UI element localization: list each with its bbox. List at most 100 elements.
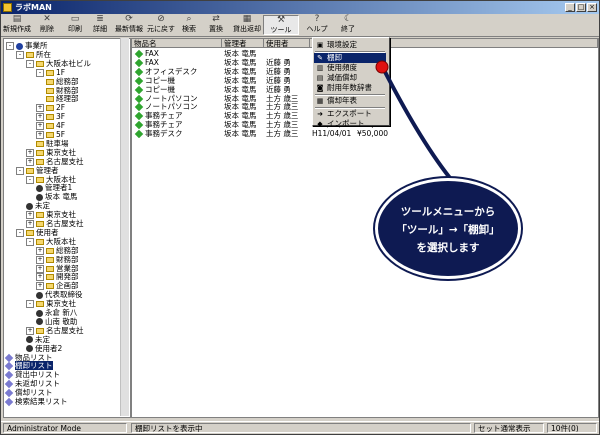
expander-icon[interactable]: +: [26, 220, 34, 228]
toolbar-button-label: 置換: [209, 25, 223, 33]
column-header[interactable]: 物品名: [132, 39, 222, 48]
tree-node[interactable]: - 1F: [36, 68, 65, 77]
minimize-button[interactable]: _: [565, 3, 575, 12]
expander-icon[interactable]: +: [36, 104, 44, 113]
table-cell: 坂本 竜馬: [224, 57, 257, 67]
tree-node[interactable]: 使用者2: [26, 344, 62, 353]
toolbar-button-print[interactable]: ▭ 印刷: [63, 15, 87, 35]
expander-icon[interactable]: -: [16, 228, 24, 237]
tree-node[interactable]: 代表取締役: [36, 290, 83, 299]
tree-node[interactable]: + 東京支社: [26, 148, 76, 157]
tree-node[interactable]: 坂本 竜馬: [36, 192, 77, 201]
tree-view[interactable]: - 事業所 - 所在 - 大阪本社ビル -1F 総務部 財務部 経理部 +2F +3F +4F +5F 駐車…: [3, 38, 131, 418]
tree-node[interactable]: 未定: [26, 201, 50, 210]
table-row[interactable]: 事務デスク 坂本 竜馬 土方 歳三 H11/04/01 ¥50,000: [132, 129, 598, 139]
toolbar-button-delete[interactable]: ✕ 削除: [34, 15, 60, 35]
tree-node[interactable]: - 大阪本社: [26, 237, 76, 246]
tree-node[interactable]: +5F: [36, 130, 65, 139]
toolbar-button-tool[interactable]: ⚒ ツール: [263, 15, 299, 35]
menu-item-dictionary[interactable]: ◙ 耐用年数辞書: [314, 83, 386, 93]
table-cell: 坂本 竜馬: [224, 120, 257, 130]
expander-icon[interactable]: +: [36, 255, 44, 264]
maximize-button[interactable]: □: [576, 3, 586, 12]
expander-icon[interactable]: +: [36, 264, 44, 273]
tree-node-label: 所在: [36, 49, 51, 59]
tree-node[interactable]: 検索結果リスト: [4, 397, 68, 407]
tree-node[interactable]: + 総務部: [36, 246, 79, 255]
toolbar-button-exit[interactable]: ☾ 終了: [337, 15, 359, 35]
tree-node[interactable]: 永倉 新八: [36, 308, 77, 317]
expander-icon[interactable]: +: [26, 157, 34, 166]
toolbar-button-new-doc[interactable]: ▤ 新規作成: [3, 15, 31, 35]
expander-icon[interactable]: -: [26, 59, 34, 68]
tree-node[interactable]: - 管理者: [16, 166, 59, 175]
menu-item-inventory[interactable]: ✎ 棚卸: [314, 53, 386, 63]
expander-icon[interactable]: -: [26, 175, 34, 184]
tree-node[interactable]: - 東京支社: [26, 299, 76, 309]
item-icon: [134, 58, 144, 67]
expander-icon[interactable]: +: [36, 273, 44, 282]
toolbar-button-undo[interactable]: ⊘ 元に戻す: [147, 15, 175, 35]
tree-node[interactable]: 未返却リスト: [4, 379, 60, 389]
close-button[interactable]: ×: [587, 3, 597, 12]
person-icon: [36, 291, 43, 299]
tree-node[interactable]: + 財務部: [36, 255, 79, 264]
tree-node[interactable]: +2F: [36, 103, 65, 113]
tree-node[interactable]: +4F: [36, 121, 65, 131]
expander-icon[interactable]: -: [6, 42, 14, 50]
table-cell: 坂本 竜馬: [224, 93, 257, 103]
tree-node[interactable]: + 名古屋支社: [26, 326, 84, 335]
menu-item-usage[interactable]: ▥ 使用頻度: [314, 63, 386, 73]
tree-node[interactable]: 未定: [26, 335, 50, 344]
expander-icon[interactable]: -: [26, 300, 34, 309]
tree-node[interactable]: + 名古屋支社: [26, 219, 84, 228]
tree-node[interactable]: +3F: [36, 112, 65, 122]
tree-node[interactable]: 山南 敬助: [36, 317, 77, 326]
expander-icon[interactable]: -: [36, 68, 44, 77]
menu-item-table[interactable]: ▦ 償却年表: [314, 96, 386, 106]
menu-item-export[interactable]: ➜ エクスポート: [314, 109, 386, 119]
column-header[interactable]: 管理者: [222, 39, 264, 48]
expander-icon[interactable]: -: [16, 50, 24, 59]
toolbar-button-refresh[interactable]: ⟳ 最新情報: [113, 15, 145, 35]
tree-node[interactable]: - 使用者: [16, 228, 59, 237]
column-header[interactable]: 使用者: [264, 39, 310, 48]
expander-icon[interactable]: -: [26, 237, 34, 246]
tree-node[interactable]: 経理部: [46, 94, 79, 103]
tree-scrollbar[interactable]: [120, 38, 129, 416]
expander-icon[interactable]: +: [36, 113, 44, 122]
tree-node[interactable]: 償却リスト: [4, 388, 53, 398]
instruction-callout: ツールメニューから 「ツール」→「棚卸」 を選択します: [375, 178, 521, 279]
tree-node[interactable]: 駐車場: [36, 139, 69, 148]
usage-icon: ▥: [316, 64, 324, 72]
expander-icon[interactable]: +: [36, 282, 44, 291]
tree-node-label: 未返却リスト: [15, 379, 60, 389]
tree-node[interactable]: - 大阪本社ビル: [26, 59, 91, 68]
expander-icon[interactable]: +: [36, 246, 44, 255]
toolbar-button-replace[interactable]: ⇄ 置換: [203, 15, 229, 35]
tree-node[interactable]: 総務部: [46, 77, 79, 86]
toolbar-button-detail[interactable]: ≣ 詳細: [89, 15, 111, 35]
tree-node[interactable]: + 名古屋支社: [26, 157, 84, 166]
expander-icon[interactable]: +: [36, 131, 44, 139]
menu-item-import[interactable]: ◆ インポート: [314, 119, 386, 129]
tree-node[interactable]: - 事業所: [6, 41, 48, 50]
folder-icon: [46, 69, 54, 76]
expander-icon[interactable]: +: [36, 122, 44, 131]
menu-item-settings[interactable]: ▣ 環境設定: [314, 40, 386, 50]
expander-icon[interactable]: +: [26, 326, 34, 335]
table-cell: ノートパソコン: [132, 94, 222, 103]
tree-node[interactable]: + 東京支社: [26, 210, 76, 220]
tree-node[interactable]: - 所在: [16, 50, 51, 59]
tree-node[interactable]: + 企画部: [36, 281, 79, 291]
expander-icon[interactable]: +: [26, 148, 34, 157]
toolbar-button-search[interactable]: ⌕ 検索: [177, 15, 201, 35]
person-icon: [36, 193, 43, 201]
toolbar-button-help[interactable]: ? ヘルプ: [303, 15, 331, 35]
expander-icon[interactable]: -: [16, 166, 24, 175]
tree-node[interactable]: 貸出中リスト: [4, 370, 60, 380]
folder-icon: [26, 229, 34, 236]
expander-icon[interactable]: +: [26, 211, 34, 220]
toolbar-button-lend[interactable]: ▦ 貸出返却: [233, 15, 261, 35]
menu-item-depreciation[interactable]: ▤ 減価償却: [314, 73, 386, 83]
